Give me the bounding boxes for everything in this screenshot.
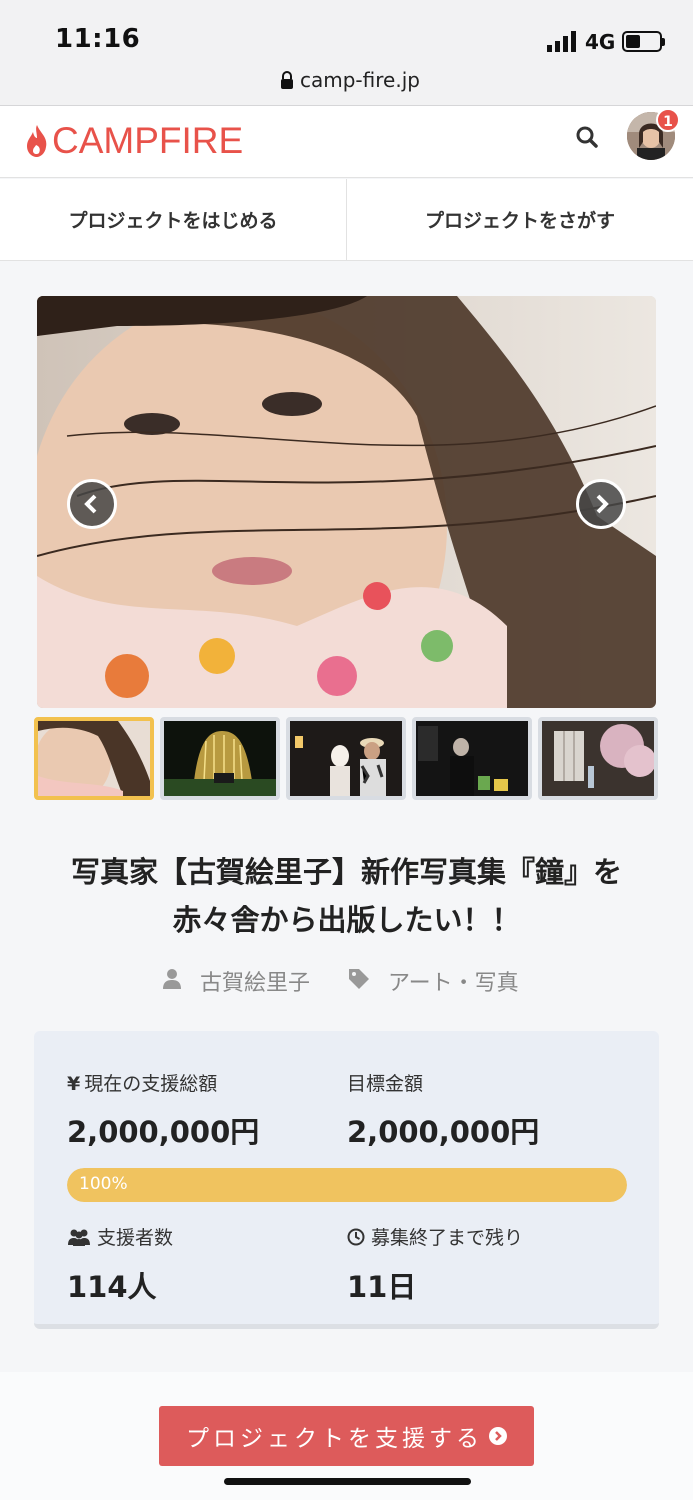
project-title: 写真家【古賀絵里子】新作写真集『鐘』を 赤々舎から出版したい！！ — [40, 848, 653, 944]
project-main-image — [37, 296, 656, 708]
project-title-line-1: 写真家【古賀絵里子】新作写真集『鐘』を — [70, 855, 622, 889]
thumbnail-interior-image — [416, 721, 528, 796]
tab-find-project[interactable]: プロジェクトをさがす — [347, 179, 693, 260]
thumbnail-4[interactable] — [412, 717, 532, 800]
logo-text: CAMPFIRE — [52, 120, 244, 161]
clock-icon — [347, 1228, 365, 1246]
browser-url: camp-fire.jp — [300, 68, 420, 92]
backers-label: 支援者数 — [67, 1223, 173, 1250]
user-icon — [163, 969, 181, 989]
browser-url-bar[interactable]: camp-fire.jp — [0, 62, 693, 106]
thumbnail-cherry-blossom-image — [542, 721, 654, 796]
lock-icon — [281, 71, 293, 89]
thumbnail-girl-image — [38, 721, 150, 796]
girl-portrait-photo — [37, 296, 656, 708]
tag-icon — [349, 969, 369, 989]
current-amount-value: 2,000,000円 — [67, 1115, 260, 1149]
battery-icon — [622, 31, 665, 52]
carousel-next-button[interactable] — [576, 479, 626, 529]
chevron-right-icon — [596, 494, 609, 514]
backers-label-text: 支援者数 — [97, 1227, 174, 1249]
thumbnail-2[interactable] — [160, 717, 280, 800]
remaining-value: 11日 — [347, 1270, 417, 1304]
home-indicator[interactable] — [224, 1478, 471, 1485]
status-bar: 11:16 4G — [0, 0, 693, 62]
thumbnail-fireworks-image — [164, 721, 276, 796]
image-thumbnails — [34, 717, 659, 800]
search-icon[interactable] — [574, 124, 600, 150]
progress-fill — [67, 1168, 627, 1202]
carousel-prev-button[interactable] — [67, 479, 117, 529]
thumbnail-people-image — [290, 721, 402, 796]
users-icon — [68, 1229, 90, 1246]
project-owner-link[interactable]: 古賀絵里子 — [200, 965, 310, 997]
support-button-label: プロジェクトを支援する — [186, 1426, 483, 1452]
notification-badge: 1 — [656, 108, 680, 132]
remaining-label: 募集終了まで残り — [347, 1223, 523, 1250]
yen-icon: ¥ — [67, 1073, 81, 1095]
current-amount-label-text: 現在の支援総額 — [84, 1073, 218, 1095]
funding-progress-bar: 100% — [67, 1168, 627, 1202]
support-project-button[interactable]: プロジェクトを支援する — [159, 1406, 534, 1466]
campfire-logo[interactable]: CAMPFIRE — [24, 118, 243, 164]
funding-stats-card: ¥ 現在の支援総額 2,000,000円 目標金額 2,000,000円 100%… — [34, 1031, 659, 1329]
network-type: 4G — [585, 30, 616, 54]
tab-start-project[interactable]: プロジェクトをはじめる — [0, 179, 347, 260]
chevron-circle-right-icon — [489, 1427, 507, 1445]
signal-icon — [547, 31, 576, 52]
flame-logo-icon — [27, 125, 47, 157]
thumbnail-3[interactable] — [286, 717, 406, 800]
backers-value: 114人 — [67, 1270, 157, 1304]
goal-amount-value: 2,000,000円 — [347, 1115, 540, 1149]
remaining-label-text: 募集終了まで残り — [371, 1227, 524, 1249]
status-time: 11:16 — [55, 24, 141, 54]
chevron-left-icon — [84, 494, 97, 514]
thumbnail-1[interactable] — [34, 717, 154, 800]
progress-percent: 100% — [79, 1174, 128, 1194]
main-nav: プロジェクトをはじめる プロジェクトをさがす — [0, 179, 693, 261]
thumbnail-5[interactable] — [538, 717, 658, 800]
project-title-line-2: 赤々舎から出版したい！！ — [172, 903, 521, 937]
project-meta: 古賀絵里子 アート・写真 — [0, 962, 693, 996]
current-amount-label: ¥ 現在の支援総額 — [67, 1069, 217, 1096]
project-category-link[interactable]: アート・写真 — [388, 965, 519, 997]
goal-amount-label: 目標金額 — [347, 1073, 424, 1095]
